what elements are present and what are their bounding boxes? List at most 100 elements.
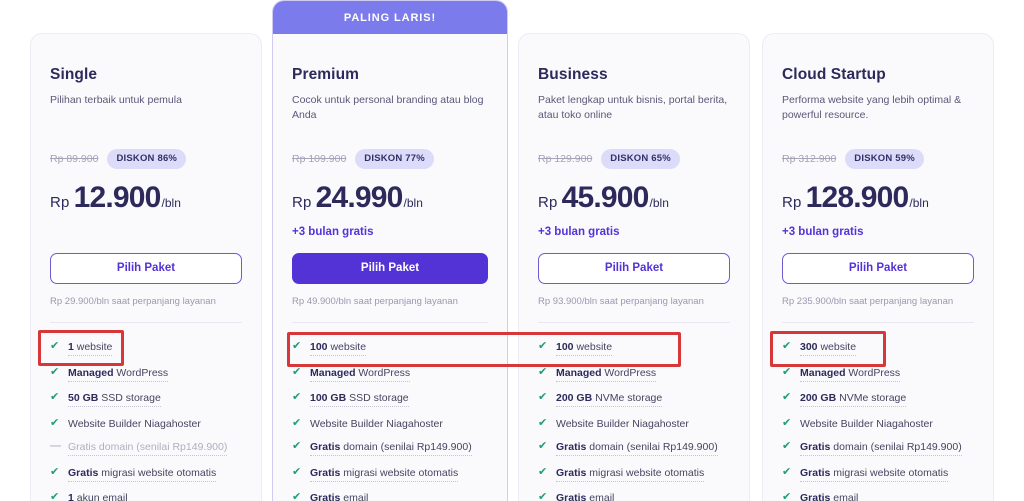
feature-text: website [73, 341, 113, 353]
currency-symbol: Rp [292, 194, 312, 211]
pricing-page: Single Pilihan terbaik untuk pemula Rp 89.… [0, 0, 1024, 501]
check-icon: ✔ [50, 416, 60, 429]
feature-text: NVMe storage [836, 392, 907, 404]
card-body: Cloud Startup Performa website yang lebih… [763, 34, 993, 501]
feature-label: Website Builder Niagahoster [800, 417, 933, 431]
plan-description: Paket lengkap untuk bisnis, portal berit… [538, 94, 728, 121]
feature-label: Gratis domain (senilai Rp149.900) [556, 440, 718, 456]
feature-label: Managed WordPress [310, 366, 411, 382]
check-icon: ✔ [50, 465, 60, 478]
choose-plan-button-business[interactable]: Pilih Paket [538, 253, 730, 284]
feature-item: ✔ Website Builder Niagahoster [50, 417, 242, 431]
feature-value: Managed [556, 366, 602, 379]
feature-label: Gratis migrasi website otomatis [310, 466, 459, 482]
feature-value: Gratis [68, 466, 99, 479]
feature-item: ✔ 50 GB SSD storage [50, 391, 242, 407]
feature-label: Gratis domain (senilai Rp149.900) [800, 440, 962, 456]
choose-plan-button-single[interactable]: Pilih Paket [50, 253, 242, 284]
feature-text: website [327, 341, 367, 353]
feature-label: 200 GB NVMe storage [800, 391, 907, 407]
popular-ribbon: PALING LARIS! [273, 1, 507, 34]
feature-text: WordPress [601, 366, 657, 379]
feature-value: 100 [310, 341, 328, 353]
card-body: Premium Cocok untuk personal branding ata… [273, 34, 507, 501]
card-body: Single Pilihan terbaik untuk pemula Rp 89.… [31, 34, 261, 501]
currency-symbol: Rp [782, 194, 802, 211]
check-icon: ✔ [538, 416, 548, 429]
check-icon: ✔ [538, 491, 548, 501]
original-price: Rp 312.900 [782, 153, 837, 165]
feature-text: website [573, 341, 613, 353]
price-period: /bln [403, 196, 423, 210]
feature-text: Website Builder Niagahoster [68, 417, 201, 430]
original-price: Rp 89.900 [50, 153, 99, 165]
check-icon: ✔ [292, 465, 302, 478]
feature-item: ✔ 200 GB NVMe storage [538, 391, 730, 407]
price-row: Rp 129.900 DISKON 65% [538, 149, 730, 169]
choose-plan-button-premium[interactable]: Pilih Paket [292, 253, 488, 284]
feature-text: migrasi website otomatis [586, 466, 705, 479]
card-divider [538, 322, 730, 323]
feature-value: 200 GB [800, 392, 837, 404]
feature-text: domain (senilai Rp149.900) [586, 441, 718, 453]
feature-label: 100 website [556, 340, 613, 356]
feature-value: 100 GB [310, 392, 347, 404]
feature-item: ✔ Gratis email [538, 491, 730, 501]
check-icon: ✔ [50, 365, 60, 378]
renewal-price-note: Rp 49.900/bln saat perpanjang layanan [292, 296, 458, 307]
feature-text: domain (senilai Rp149.900) [830, 441, 962, 453]
feature-item: ✔ Managed WordPress [782, 366, 974, 382]
feature-item: — Gratis domain (senilai Rp149.900) [50, 440, 242, 456]
current-price: Rp 12.900/bln [50, 181, 242, 215]
pricing-card-premium: PALING LARIS! Premium Cocok untuk personal… [272, 0, 508, 501]
feature-text: Website Builder Niagahoster [800, 417, 933, 430]
feature-label: Gratis migrasi website otomatis [556, 466, 705, 482]
price-row: Rp 109.900 DISKON 77% [292, 149, 488, 169]
feature-item: ✔ Gratis migrasi website otomatis [538, 466, 730, 482]
feature-text: WordPress [845, 366, 901, 379]
feature-item: ✔ 100 GB SSD storage [292, 391, 488, 407]
feature-value: Managed [68, 366, 114, 379]
feature-text: email [340, 492, 369, 501]
feature-value: Gratis [310, 466, 341, 479]
check-icon: ✔ [538, 465, 548, 478]
choose-plan-button-cloud-startup[interactable]: Pilih Paket [782, 253, 974, 284]
feature-label: Gratis domain (senilai Rp149.900) [68, 440, 228, 456]
feature-label: Website Builder Niagahoster [310, 417, 443, 431]
feature-label: 100 GB SSD storage [310, 391, 409, 407]
check-icon: ✔ [782, 440, 792, 452]
feature-label: 100 website [310, 340, 367, 356]
plan-description: Performa website yang lebih optimal & po… [782, 94, 962, 121]
price-period: /bln [649, 196, 669, 210]
check-icon: ✔ [292, 491, 302, 501]
check-icon: ✔ [292, 340, 302, 352]
check-icon: ✔ [50, 340, 60, 352]
feature-value: 50 GB [68, 392, 99, 404]
feature-value: Managed [800, 366, 846, 379]
check-icon: ✔ [292, 416, 302, 429]
check-icon: ✔ [538, 340, 548, 352]
currency-symbol: Rp [538, 194, 558, 211]
discount-badge: DISKON 86% [107, 149, 187, 169]
feature-text: migrasi website otomatis [98, 466, 217, 479]
feature-value: Gratis [68, 441, 97, 453]
current-price: Rp 24.990/bln [292, 181, 488, 215]
feature-value: 200 GB [556, 392, 593, 404]
feature-text: domain (senilai Rp149.900) [96, 441, 228, 453]
card-divider [292, 322, 488, 323]
plan-name: Cloud Startup [782, 66, 886, 83]
card-body: Business Paket lengkap untuk bisnis, port… [519, 34, 749, 501]
pricing-card-single: Single Pilihan terbaik untuk pemula Rp 89.… [30, 33, 262, 501]
check-icon: ✔ [292, 391, 302, 403]
feature-item: ✔ Managed WordPress [292, 366, 488, 382]
card-divider [782, 322, 974, 323]
feature-item: ✔ 100 website [538, 340, 730, 356]
feature-value: Managed [310, 366, 356, 379]
price-amount: 128.900 [805, 181, 910, 214]
feature-item: ✔ Gratis migrasi website otomatis [50, 466, 242, 482]
feature-item: ✔ Gratis domain (senilai Rp149.900) [292, 440, 488, 456]
feature-text: WordPress [355, 366, 411, 379]
feature-label: Gratis migrasi website otomatis [800, 466, 949, 482]
bonus-months-label: +3 bulan gratis [538, 226, 620, 238]
plan-name: Single [50, 66, 98, 83]
